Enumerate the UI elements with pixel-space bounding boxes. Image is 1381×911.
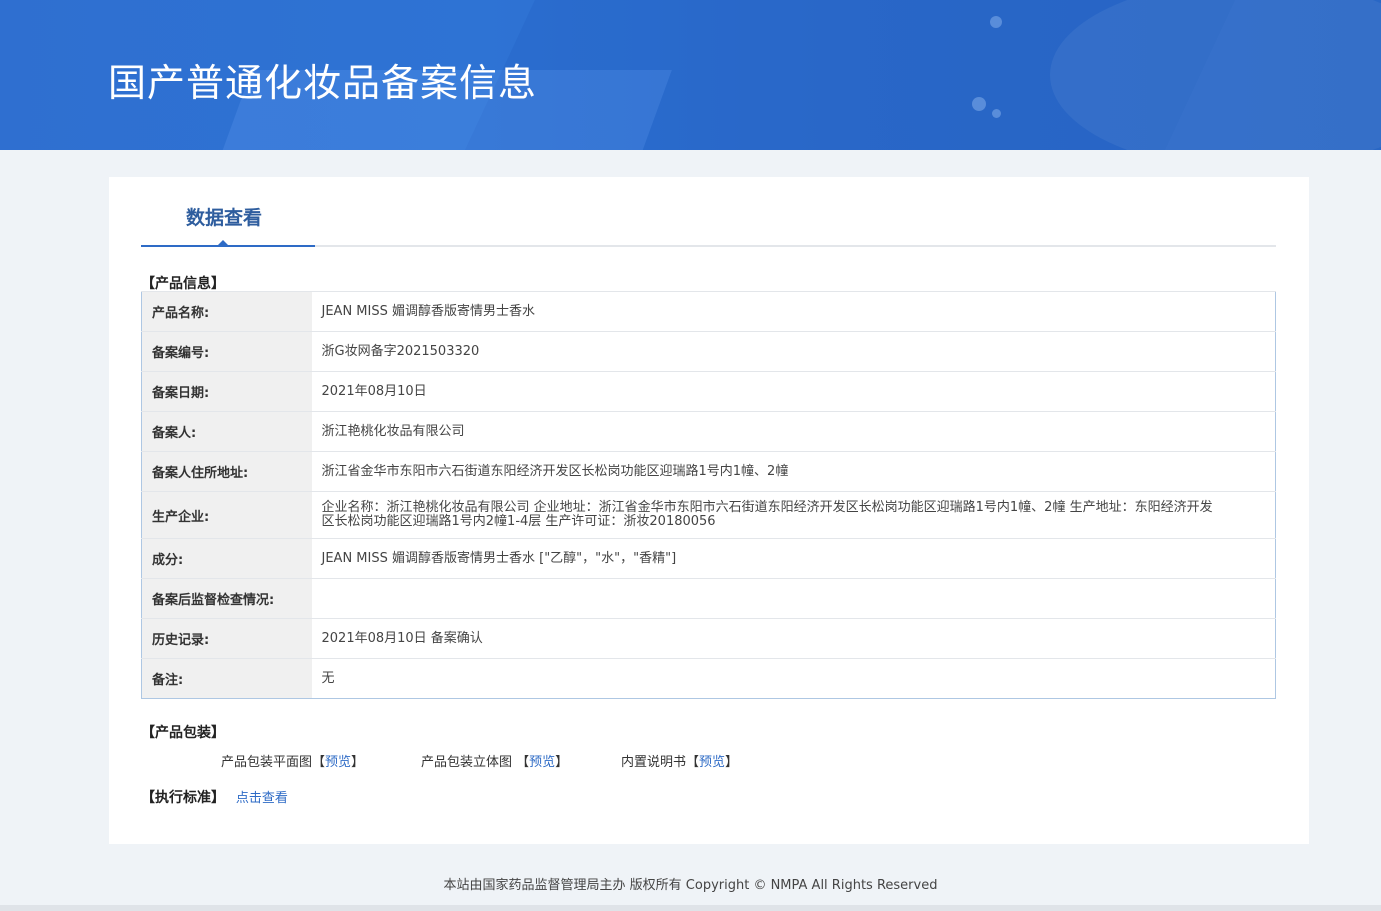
- preview-3d-link[interactable]: 预览: [529, 755, 555, 770]
- preview-manual-link[interactable]: 预览: [699, 755, 725, 770]
- table-row: 备案人住所地址: 浙江省金华市东阳市六石街道东阳经济开发区长松岗功能区迎瑞路1号…: [141, 451, 1276, 492]
- view-standard-link[interactable]: 点击查看: [236, 791, 288, 806]
- bracket-open: 【: [312, 755, 326, 770]
- section-title-product-info: 【产品信息】: [141, 276, 225, 292]
- content-panel: 数据查看 【产品信息】 产品名称: JEAN MISS 媚调醇香版寄情男士香水 …: [109, 177, 1309, 844]
- table-row: 备案编号: 浙G妆网备字2021503320: [141, 331, 1276, 372]
- table-row: 历史记录: 2021年08月10日 备案确认: [141, 618, 1276, 659]
- table-row: 生产企业: 企业名称：浙江艳桃化妆品有限公司 企业地址：浙江省金华市东阳市六石街…: [141, 491, 1276, 539]
- row-label: 备注:: [141, 658, 312, 699]
- row-value: [311, 578, 1276, 619]
- row-label: 产品名称:: [141, 291, 312, 332]
- packaging-item-flat: 产品包装平面图【预览】: [221, 751, 364, 770]
- packaging-label: 内置说明书: [621, 755, 687, 770]
- row-label: 备案后监督检查情况:: [141, 578, 312, 619]
- packaging-label: 产品包装平面图: [221, 755, 313, 770]
- banner-decoration: [1050, 0, 1381, 150]
- footer-copyright: 本站由国家药品监督管理局主办 版权所有 Copyright © NMPA All…: [443, 878, 938, 893]
- preview-flat-link[interactable]: 预览: [325, 755, 351, 770]
- table-row: 备案日期: 2021年08月10日: [141, 371, 1276, 412]
- table-row: 成分: JEAN MISS 媚调醇香版寄情男士香水 ["乙醇"，"水"，"香精"…: [141, 538, 1276, 579]
- bracket-open: 【: [686, 755, 700, 770]
- tab-indicator-icon: [217, 240, 229, 246]
- section-title-packaging: 【产品包装】: [141, 725, 225, 741]
- row-value: 浙江省金华市东阳市六石街道东阳经济开发区长松岗功能区迎瑞路1号内1幢、2幢: [311, 451, 1276, 492]
- bracket-close: 】: [725, 755, 739, 770]
- row-value: JEAN MISS 媚调醇香版寄情男士香水: [311, 291, 1276, 332]
- row-value: 浙江艳桃化妆品有限公司: [311, 411, 1276, 452]
- row-value: 2021年08月10日: [311, 371, 1276, 412]
- table-row: 备案人: 浙江艳桃化妆品有限公司: [141, 411, 1276, 452]
- bracket-close: 】: [555, 755, 569, 770]
- packaging-item-manual: 内置说明书【预览】: [621, 751, 738, 770]
- table-row: 产品名称: JEAN MISS 媚调醇香版寄情男士香水: [141, 291, 1276, 332]
- product-info-table: 产品名称: JEAN MISS 媚调醇香版寄情男士香水 备案编号: 浙G妆网备字…: [141, 291, 1276, 699]
- row-value: 2021年08月10日 备案确认: [311, 618, 1276, 659]
- row-value: 浙G妆网备字2021503320: [311, 331, 1276, 372]
- row-label: 备案编号:: [141, 331, 312, 372]
- footer-strip: [0, 905, 1381, 911]
- table-row: 备案后监督检查情况:: [141, 578, 1276, 619]
- standard-label: 【执行标准】: [141, 790, 225, 806]
- bracket-close: 】: [351, 755, 365, 770]
- banner-decoration: [972, 97, 986, 111]
- section-title-standard: 【执行标准】 点击查看: [141, 787, 288, 807]
- row-value: JEAN MISS 媚调醇香版寄情男士香水 ["乙醇"，"水"，"香精"]: [311, 538, 1276, 579]
- packaging-item-3d: 产品包装立体图 【预览】: [421, 751, 568, 770]
- tab-label: 数据查看: [185, 207, 262, 229]
- row-value: 无: [311, 658, 1276, 699]
- row-label: 历史记录:: [141, 618, 312, 659]
- banner-decoration: [990, 16, 1002, 28]
- row-label: 生产企业:: [141, 491, 312, 539]
- packaging-label: 产品包装立体图: [421, 755, 517, 770]
- row-label: 成分:: [141, 538, 312, 579]
- bracket-open: 【: [516, 755, 530, 770]
- table-row: 备注: 无: [141, 658, 1276, 699]
- row-value: 企业名称：浙江艳桃化妆品有限公司 企业地址：浙江省金华市东阳市六石街道东阳经济开…: [311, 491, 1276, 539]
- tab-data-view[interactable]: 数据查看: [141, 177, 315, 247]
- page-title: 国产普通化妆品备案信息: [108, 61, 538, 105]
- header-banner: 国产普通化妆品备案信息: [0, 0, 1381, 150]
- tab-bar: 数据查看: [141, 177, 1276, 247]
- row-label: 备案人住所地址:: [141, 451, 312, 492]
- row-label: 备案人:: [141, 411, 312, 452]
- row-label: 备案日期:: [141, 371, 312, 412]
- banner-decoration: [992, 109, 1001, 118]
